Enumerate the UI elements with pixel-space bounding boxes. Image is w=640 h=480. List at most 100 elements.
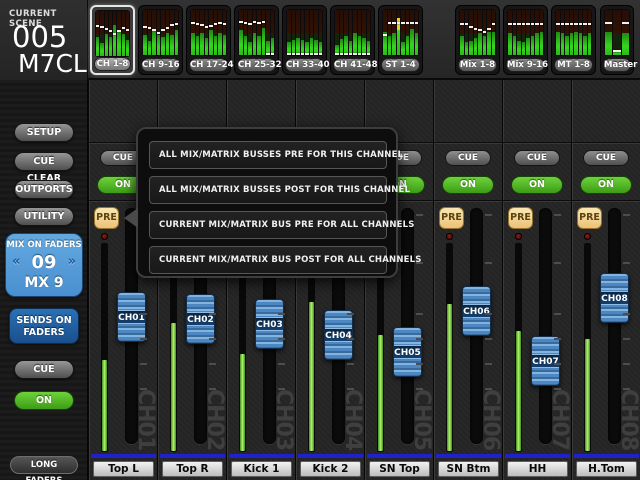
meter-bar: [570, 10, 574, 55]
channel-meter-fill: [309, 302, 314, 451]
next-mix-icon[interactable]: »: [68, 254, 76, 269]
fader-knob[interactable]: CH06: [462, 286, 491, 336]
fader-scale-tick: [485, 388, 492, 390]
meter-block[interactable]: Mix 1-8: [455, 5, 500, 75]
long-faders-button[interactable]: LONG FADERS: [10, 456, 78, 474]
meter-block-tab[interactable]: CH 33-40: [285, 58, 324, 72]
fader-scale-tick: [623, 338, 630, 340]
meter-block[interactable]: Mix 9-16: [503, 5, 548, 75]
prev-mix-icon[interactable]: «: [12, 254, 20, 269]
fader-scale-tick: [347, 338, 354, 340]
meter-bar: [353, 10, 357, 55]
meter-block-tab[interactable]: MT 1-8: [554, 58, 593, 72]
meter-bar: [248, 10, 252, 55]
channel-ghost-label: CH01: [134, 389, 156, 450]
meter-block[interactable]: CH 1-8: [90, 5, 135, 75]
fader-scale-tick: [209, 338, 216, 340]
fader-knob[interactable]: CH04: [324, 310, 353, 360]
channel-on-button[interactable]: ON: [511, 176, 563, 194]
channel-pre-button[interactable]: PRE: [577, 207, 602, 229]
meter-bar: [340, 10, 344, 55]
channel-meter: [446, 243, 453, 452]
strip-divider: [503, 200, 571, 201]
console-name: M7CL: [18, 49, 87, 78]
sends-on-faders-button[interactable]: SENDS ON FADERS: [9, 308, 79, 344]
meter-block-tab[interactable]: CH 25-32: [237, 58, 276, 72]
meter-bar: [367, 10, 371, 55]
meter-block-tab[interactable]: Master: [603, 58, 631, 72]
meter-bar: [109, 11, 112, 56]
meter-block-tab[interactable]: Mix 9-16: [506, 58, 545, 72]
meter-block[interactable]: MT 1-8: [551, 5, 596, 75]
sidebar-button-cue-clear[interactable]: CUE CLEAR: [14, 152, 74, 171]
sidebar-button-outports[interactable]: OUTPORTS: [14, 180, 74, 199]
mix-bus-name: MX 9: [6, 275, 82, 291]
meter-block[interactable]: CH 33-40: [282, 5, 327, 75]
channel-name-plate: SN Btm: [438, 461, 499, 477]
fader-scale-tick: [278, 363, 285, 365]
channel-ghost-label: CH06: [479, 389, 501, 450]
meter-block[interactable]: ST 1-4: [378, 5, 423, 75]
channel-pre-button[interactable]: PRE: [94, 207, 119, 229]
meter-bar: [406, 10, 410, 55]
fader-knob[interactable]: CH08: [600, 273, 629, 323]
sidebar: SETUP CUE CLEAR OUTPORTS UTILITY MIX ON FAD…: [0, 80, 88, 480]
fader-scale-tick: [278, 388, 285, 390]
fader-knob-label: CH06: [463, 304, 490, 318]
meter-bar: [271, 10, 275, 55]
fader-scale-tick: [140, 338, 147, 340]
meter-block[interactable]: CH 25-32: [234, 5, 279, 75]
meter-block[interactable]: CH 41-48: [330, 5, 375, 75]
fader-knob[interactable]: CH07: [531, 336, 560, 386]
meter-bar: [583, 10, 587, 55]
meter-block-tab[interactable]: CH 9-16: [141, 58, 180, 72]
meter-block[interactable]: CH 17-24: [186, 5, 231, 75]
popup-item-3[interactable]: CURRENT MIX/MATRIX BUS PRE FOR ALL CHANN…: [149, 211, 387, 239]
channel-on-button[interactable]: ON: [580, 176, 632, 194]
mix-on-faders-panel[interactable]: MIX ON FADERS « 09 » MX 9: [5, 233, 83, 297]
sidebar-button-setup[interactable]: SETUP: [14, 123, 74, 142]
meter-block-tab[interactable]: Mix 1-8: [458, 58, 497, 72]
fader-scale-tick: [209, 363, 216, 365]
meter-block-tab[interactable]: ST 1-4: [381, 58, 420, 72]
meter-bar: [305, 10, 309, 55]
master-cue-button[interactable]: CUE: [14, 360, 74, 379]
fader-knob[interactable]: CH03: [255, 299, 284, 349]
meter-bars: [604, 9, 630, 56]
meter-bar: [214, 10, 218, 55]
meter-block[interactable]: Master: [600, 5, 634, 75]
meter-bar: [522, 10, 526, 55]
fader-knob[interactable]: CH05: [393, 327, 422, 377]
meter-bar: [335, 10, 339, 55]
channel-cue-button[interactable]: CUE: [583, 150, 629, 166]
meter-block-tab[interactable]: CH 1-8: [94, 57, 131, 71]
meter-bar: [314, 10, 318, 55]
strip-divider: [503, 142, 571, 143]
channel-cue-button[interactable]: CUE: [514, 150, 560, 166]
meter-block[interactable]: CH 9-16: [138, 5, 183, 75]
sidebar-button-utility[interactable]: UTILITY: [14, 207, 74, 226]
meter-bar: [508, 10, 512, 55]
channel-pre-button[interactable]: PRE: [508, 207, 533, 229]
popup-item-4[interactable]: CURRENT MIX/MATRIX BUS POST FOR ALL CHAN…: [149, 246, 387, 274]
meter-bar: [358, 10, 362, 55]
channel-ghost-label: CH02: [203, 389, 225, 450]
popup-item-2[interactable]: ALL MIX/MATRIX BUSSES POST FOR THIS CHAN…: [149, 176, 387, 204]
fader-knob[interactable]: CH02: [186, 294, 215, 344]
meter-block-tab[interactable]: CH 41-48: [333, 58, 372, 72]
master-on-button[interactable]: ON: [14, 391, 74, 410]
meter-bar: [292, 10, 296, 55]
channel-name-plate: Top L: [93, 461, 154, 477]
meter-bar: [223, 10, 227, 55]
meter-bar: [148, 10, 152, 55]
channel-on-button[interactable]: ON: [442, 176, 494, 194]
fader-scale-tick: [485, 363, 492, 365]
channel-ghost-label: CH08: [617, 389, 639, 450]
fader-scale-tick: [347, 388, 354, 390]
popup-item-1[interactable]: ALL MIX/MATRIX BUSSES PRE FOR THIS CHANN…: [149, 141, 387, 169]
channel-pre-button[interactable]: PRE: [439, 207, 464, 229]
meter-block-tab[interactable]: CH 17-24: [189, 58, 228, 72]
meter-bars: [555, 9, 592, 56]
fader-knob[interactable]: CH01: [117, 292, 146, 342]
channel-cue-button[interactable]: CUE: [445, 150, 491, 166]
